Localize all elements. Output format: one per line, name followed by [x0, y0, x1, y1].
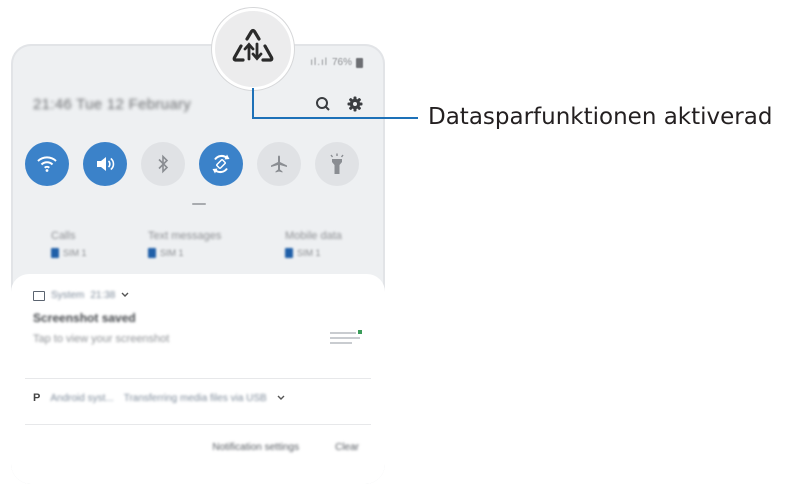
gear-icon[interactable] — [347, 96, 363, 112]
airplane-icon — [271, 155, 287, 173]
chevron-down-icon[interactable] — [121, 290, 129, 301]
bluetooth-icon — [158, 154, 169, 174]
notification-panel: System 21:38 Screenshot saved Tap to vie… — [11, 274, 385, 484]
notification-time: 21:38 — [90, 290, 116, 301]
notification-app: System — [51, 290, 85, 301]
callout-label: Datasparfunktionen aktiverad — [428, 104, 773, 130]
notification-usb[interactable]: P Android syst... Transferring media fil… — [33, 392, 363, 404]
clear-button[interactable]: Clear — [335, 442, 359, 453]
notification-settings-button[interactable]: Notification settings — [212, 442, 299, 453]
usage-title: Mobile data — [285, 230, 342, 242]
sim-icon — [148, 248, 156, 258]
usage-title: Text messages — [148, 230, 222, 242]
status-bar: ıl.ıl 76% — [310, 57, 363, 68]
callout-leader-line — [252, 117, 418, 119]
android-system-icon: P — [33, 392, 41, 404]
chevron-down-icon[interactable] — [277, 393, 285, 404]
sound-toggle[interactable] — [83, 142, 127, 186]
date-time: 21:46 Tue 12 February — [33, 96, 192, 113]
auto-rotate-icon — [212, 154, 230, 174]
bluetooth-toggle[interactable] — [141, 142, 185, 186]
notification-screenshot[interactable]: System 21:38 Screenshot saved Tap to vie… — [33, 290, 363, 345]
sim-label: SIM 1 — [160, 248, 184, 258]
sim-label: SIM 1 — [297, 248, 321, 258]
usage-text-messages[interactable]: Text messages SIM 1 — [148, 230, 221, 258]
auto-rotate-toggle[interactable] — [199, 142, 243, 186]
callout-leader-line — [252, 88, 254, 118]
wifi-toggle[interactable] — [25, 142, 69, 186]
data-saver-icon — [232, 28, 274, 62]
divider — [25, 424, 371, 425]
notification-app: Android syst... — [50, 392, 114, 404]
notification-title: Screenshot saved — [33, 311, 136, 325]
data-saver-callout — [212, 8, 294, 90]
page-indicator — [192, 203, 206, 205]
flashlight-icon — [330, 153, 344, 174]
header-icons — [315, 96, 363, 112]
image-icon — [33, 290, 45, 301]
sim-icon — [51, 248, 59, 258]
sound-icon — [97, 157, 115, 171]
screenshot-thumbnail[interactable] — [329, 328, 363, 348]
divider — [25, 378, 371, 379]
sim-label: SIM 1 — [63, 248, 87, 258]
usage-title: Calls — [51, 230, 76, 242]
airplane-mode-toggle[interactable] — [257, 142, 301, 186]
flashlight-toggle[interactable] — [315, 142, 359, 186]
notification-text: Tap to view your screenshot — [33, 333, 170, 345]
notification-text: Transferring media files via USB — [123, 392, 267, 404]
sim-icon — [285, 248, 293, 258]
phone-screen: ıl.ıl 76% 21:46 Tue 12 February Calls SI… — [11, 44, 385, 484]
usage-mobile-data[interactable]: Mobile data SIM 1 — [285, 230, 342, 258]
notification-footer: Notification settings Clear — [212, 442, 359, 453]
quick-settings — [25, 142, 359, 186]
usage-calls[interactable]: Calls SIM 1 — [51, 230, 87, 258]
battery-icon — [356, 57, 363, 68]
signal-icon: ıl.ıl — [310, 57, 328, 68]
battery-percent: 76% — [331, 57, 352, 68]
search-icon[interactable] — [315, 96, 331, 112]
wifi-icon — [37, 156, 57, 172]
